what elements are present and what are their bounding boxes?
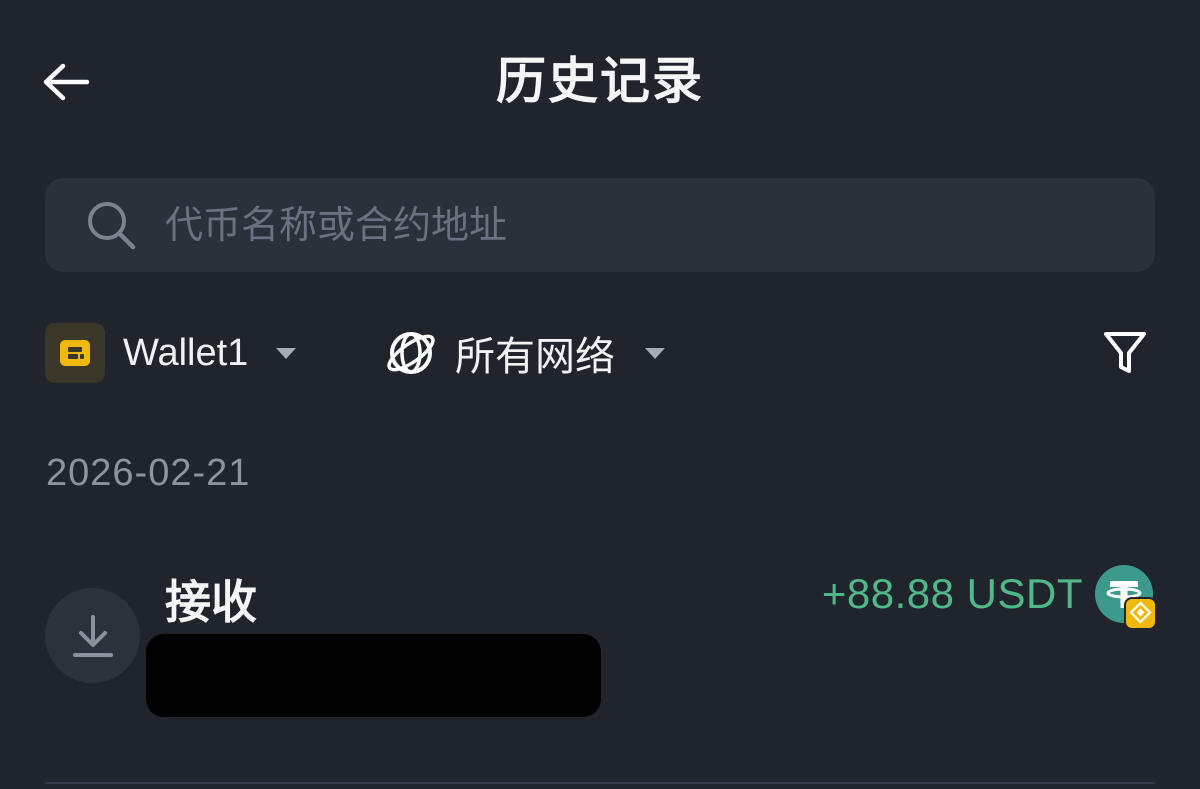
wallet-selector[interactable]: Wallet1 (45, 322, 297, 384)
filter-button[interactable] (1095, 324, 1155, 382)
chevron-down-icon (645, 347, 665, 359)
date-header: 2026-02-21 (46, 452, 251, 494)
transaction-row[interactable]: 接收 +88.88 USDT (45, 560, 1157, 730)
network-label: 所有网络 (455, 334, 615, 380)
filters-row: Wallet1 所有网络 (45, 322, 1155, 384)
history-page: 历史记录 Wallet1 (0, 0, 1200, 789)
download-icon (45, 588, 140, 683)
usdt-icon (1095, 564, 1157, 630)
search-bar[interactable] (45, 178, 1155, 272)
wallet-icon (45, 323, 105, 383)
chevron-down-icon (276, 347, 297, 359)
network-selector[interactable]: 所有网络 (383, 322, 665, 384)
transaction-amount: +88.88 USDT (821, 570, 1083, 617)
search-icon (85, 199, 137, 251)
redacted-address (146, 634, 601, 717)
transaction-type-label: 接收 (165, 575, 257, 629)
divider (45, 782, 1155, 784)
bnb-chain-icon (1124, 597, 1157, 630)
filter-funnel-icon (1104, 332, 1146, 373)
search-input[interactable] (163, 194, 1155, 256)
wallet-label: Wallet1 (123, 331, 249, 374)
globe-icon (383, 325, 439, 381)
page-title: 历史记录 (496, 52, 704, 110)
